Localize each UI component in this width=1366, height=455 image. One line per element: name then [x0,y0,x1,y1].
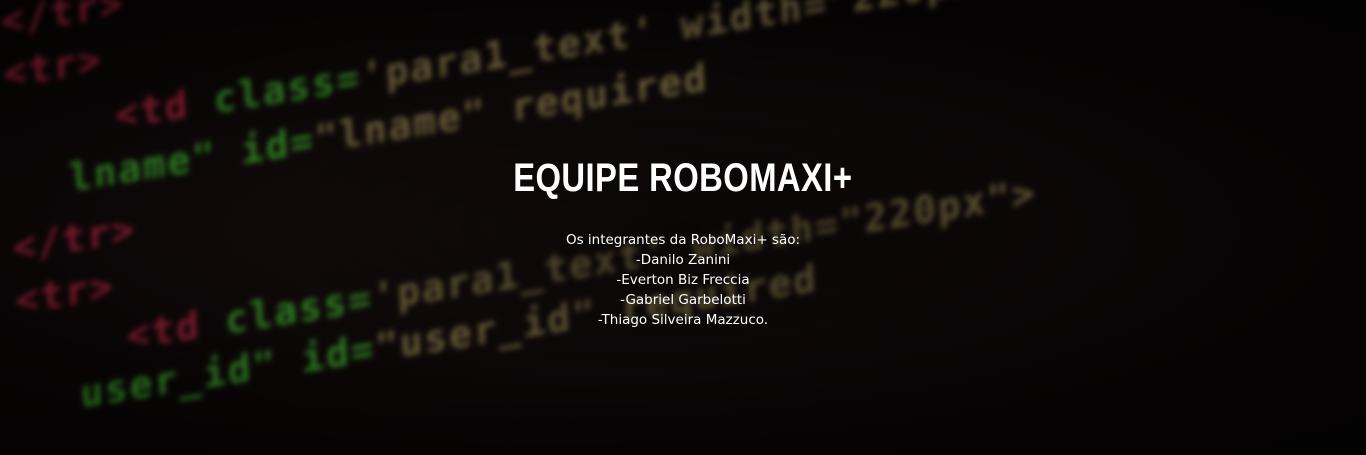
members-text: Os integrantes da RoboMaxi+ são: -Danilo… [0,230,1366,330]
page-title: EQUIPE ROBOMAXI+ [513,156,853,200]
member-item: -Gabriel Garbelotti [620,292,746,308]
member-item: -Everton Biz Freccia [616,272,750,288]
banner-content: EQUIPE ROBOMAXI+ Os integrantes da RoboM… [0,154,1366,330]
member-item: -Thiago Silveira Mazzuco. [597,312,769,328]
member-item: -Danilo Zanini [635,252,731,268]
members-intro: Os integrantes da RoboMaxi+ são: [565,232,801,248]
hero-banner: </tr><tr> <td class='para1_text' width="… [0,0,1366,455]
